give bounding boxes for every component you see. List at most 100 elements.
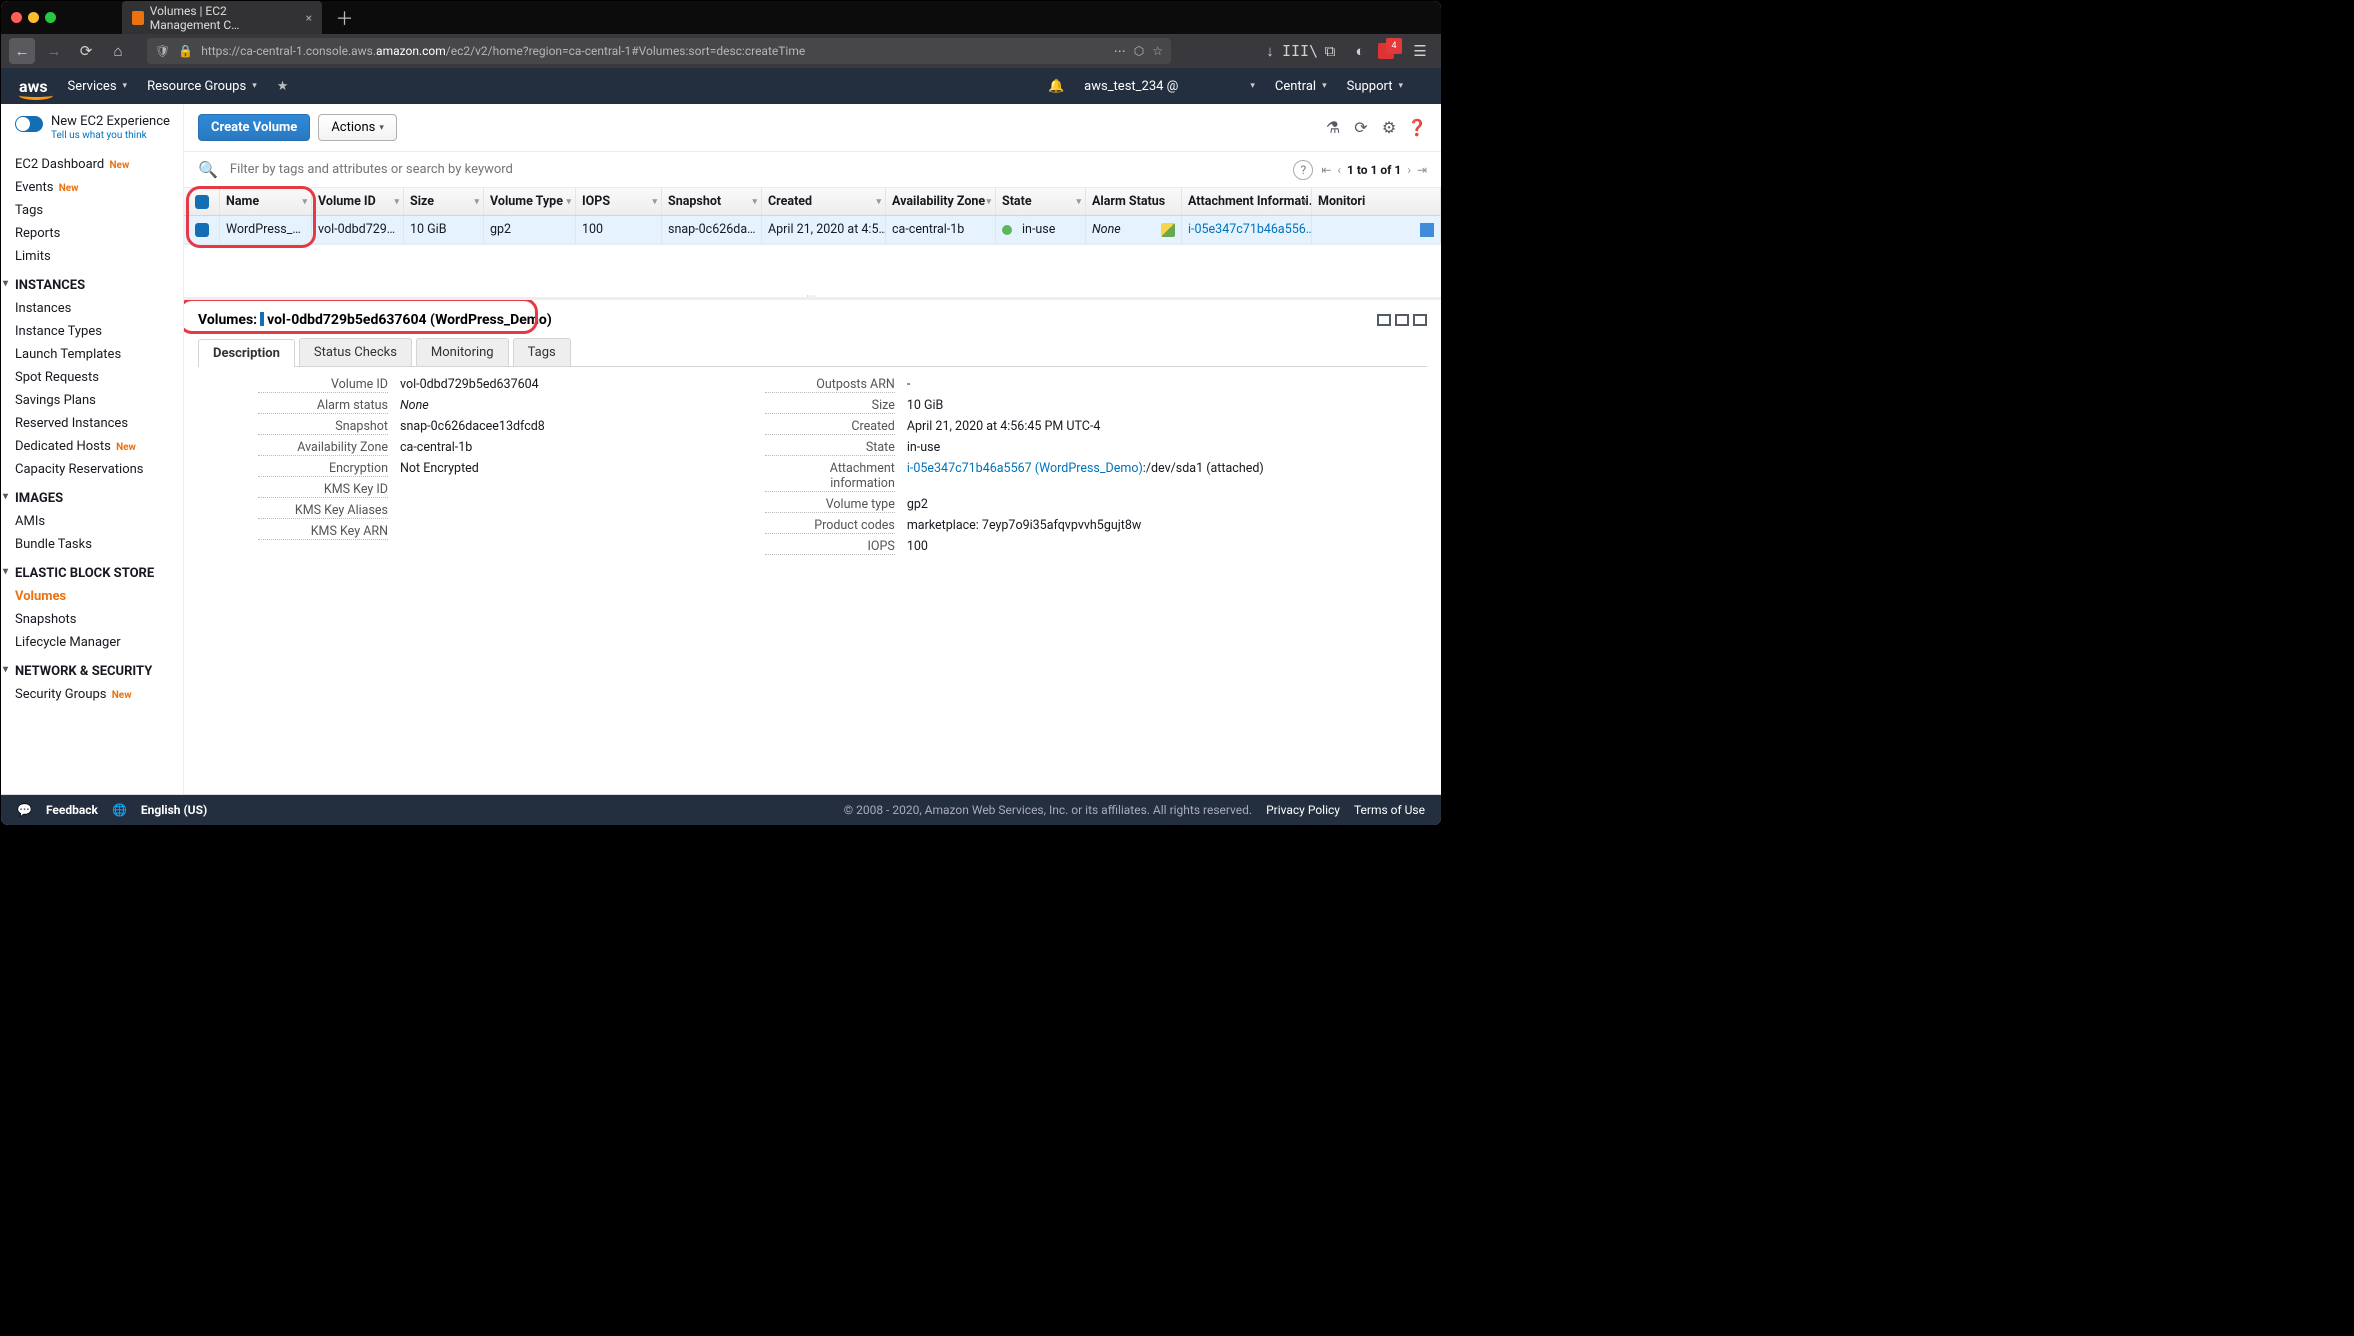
attachment-link[interactable]: i-05e347c71b46a5567 (WordPress_Demo) xyxy=(907,461,1143,476)
state-dot-icon xyxy=(1002,225,1012,235)
toggle-icon[interactable] xyxy=(15,116,43,132)
browser-tab[interactable]: Volumes | EC2 Management C… × xyxy=(122,1,322,34)
feedback-icon[interactable]: 💬 xyxy=(17,803,32,817)
page-next-icon[interactable]: › xyxy=(1407,163,1411,177)
cell-monitoring[interactable] xyxy=(1312,216,1441,243)
reload-button[interactable]: ⟳ xyxy=(73,38,99,64)
col-created[interactable]: Created▾ xyxy=(762,188,886,215)
close-tab-icon[interactable]: × xyxy=(306,11,312,25)
window-min-dot[interactable] xyxy=(28,12,39,23)
sidebar-item-dedicated[interactable]: Dedicated Hosts New xyxy=(15,435,179,458)
col-monitoring[interactable]: Monitori xyxy=(1312,188,1441,215)
tab-status-checks[interactable]: Status Checks xyxy=(299,338,412,366)
meatball-icon[interactable]: ⋯ xyxy=(1114,44,1126,58)
filter-help-icon[interactable]: ? xyxy=(1293,160,1313,180)
table-row[interactable]: WordPress_… vol-0dbd729… 10 GiB gp2 100 … xyxy=(184,216,1441,244)
sidebar-item-tags[interactable]: Tags xyxy=(15,199,179,222)
actions-button[interactable]: Actions ▾ xyxy=(318,114,397,141)
cell-attachment-link[interactable]: i-05e347c71b46a556… xyxy=(1182,216,1312,243)
col-state[interactable]: State▾ xyxy=(996,188,1086,215)
library-icon[interactable]: III\ xyxy=(1287,38,1313,64)
settings-gear-icon[interactable]: ⚙ xyxy=(1379,118,1399,138)
lock-icon: 🔒 xyxy=(178,44,193,58)
sidebar-item-snapshots[interactable]: Snapshots xyxy=(15,608,179,631)
notifications-icon[interactable]: 🔔 xyxy=(1048,79,1064,94)
nav-account[interactable]: aws_test_234 @▾ xyxy=(1084,79,1255,94)
hamburger-icon[interactable]: ☰ xyxy=(1407,38,1433,64)
col-volume-id[interactable]: Volume ID▾ xyxy=(312,188,404,215)
tab-monitoring[interactable]: Monitoring xyxy=(416,338,509,366)
nav-support[interactable]: Support▾ xyxy=(1347,79,1403,94)
sidebar-item-security-groups[interactable]: Security Groups New xyxy=(15,683,179,706)
window-close-dot[interactable] xyxy=(11,12,22,23)
select-all-checkbox[interactable] xyxy=(184,188,220,215)
sidebar-item-savings[interactable]: Savings Plans xyxy=(15,389,179,412)
sidebar-header-images[interactable]: IMAGES xyxy=(15,481,179,510)
sidebar-item-reports[interactable]: Reports xyxy=(15,222,179,245)
sidebar-item-limits[interactable]: Limits xyxy=(15,245,179,268)
language-link[interactable]: English (US) xyxy=(141,803,207,817)
downloads-icon[interactable]: ↓ xyxy=(1257,38,1283,64)
sidebar-item-spot[interactable]: Spot Requests xyxy=(15,366,179,389)
col-attachment[interactable]: Attachment Informati…▾ xyxy=(1182,188,1312,215)
sidebar-item-events[interactable]: Events New xyxy=(15,176,179,199)
bookmark-star-icon[interactable]: ☆ xyxy=(1152,44,1163,58)
create-volume-button[interactable]: Create Volume xyxy=(198,114,310,141)
sidebar-item-capacity[interactable]: Capacity Reservations xyxy=(15,458,179,481)
pocket-icon[interactable]: ⬡ xyxy=(1134,44,1144,58)
cell-volume-type: gp2 xyxy=(484,216,576,243)
help-icon[interactable]: ❓ xyxy=(1407,118,1427,138)
extension-icon[interactable]: 4 xyxy=(1377,38,1403,64)
nav-resource-groups[interactable]: Resource Groups▾ xyxy=(147,79,257,94)
page-first-icon[interactable]: ⇤ xyxy=(1321,163,1331,177)
col-name[interactable]: Name▾ xyxy=(220,188,312,215)
new-experience-toggle[interactable]: New EC2 Experience Tell us what you thin… xyxy=(15,114,179,141)
url-bar[interactable]: 🛡 🔒 https://ca-central-1.console.aws.ama… xyxy=(147,38,1171,64)
sidebar-item-bundle[interactable]: Bundle Tasks xyxy=(15,533,179,556)
sidebar-item-reserved[interactable]: Reserved Instances xyxy=(15,412,179,435)
layout-switch[interactable] xyxy=(1377,314,1427,326)
window-max-dot[interactable] xyxy=(45,12,56,23)
pin-icon[interactable]: ★ xyxy=(277,79,289,94)
sidebar-item-instance-types[interactable]: Instance Types xyxy=(15,320,179,343)
nav-services[interactable]: Services▾ xyxy=(68,79,128,94)
col-az[interactable]: Availability Zone▾ xyxy=(886,188,996,215)
sidebar-header-ebs[interactable]: ELASTIC BLOCK STORE xyxy=(15,556,179,585)
globe-icon[interactable]: 🌐 xyxy=(112,803,127,817)
sidebar-item-amis[interactable]: AMIs xyxy=(15,510,179,533)
sidebar-item-lifecycle[interactable]: Lifecycle Manager xyxy=(15,631,179,654)
nav-region[interactable]: Central▾ xyxy=(1275,79,1327,94)
copyright: © 2008 - 2020, Amazon Web Services, Inc.… xyxy=(844,803,1252,817)
privacy-link[interactable]: Privacy Policy xyxy=(1266,803,1340,817)
new-tab-button[interactable]: ＋ xyxy=(328,1,361,34)
back-button[interactable]: ← xyxy=(9,38,35,64)
experiments-icon[interactable]: ⚗ xyxy=(1323,118,1343,138)
sidebar-item-volumes[interactable]: Volumes xyxy=(15,585,179,608)
col-alarm[interactable]: Alarm Status xyxy=(1086,188,1182,215)
filter-input[interactable] xyxy=(226,158,1285,181)
snapshot-link[interactable]: snap-0c626dacee13dfcd8 xyxy=(400,419,545,435)
feedback-link[interactable]: Feedback xyxy=(46,803,98,817)
tab-tags[interactable]: Tags xyxy=(513,338,571,366)
col-snapshot[interactable]: Snapshot▾ xyxy=(662,188,762,215)
sidebar-item-dashboard[interactable]: EC2 Dashboard New xyxy=(15,153,179,176)
sidebar-header-network[interactable]: NETWORK & SECURITY xyxy=(15,654,179,683)
col-iops[interactable]: IOPS▾ xyxy=(576,188,662,215)
page-last-icon[interactable]: ⇥ xyxy=(1417,163,1427,177)
account-icon[interactable]: ◐ xyxy=(1347,38,1373,64)
sidebar-header-instances[interactable]: INSTANCES xyxy=(15,268,179,297)
action-toolbar: Create Volume Actions ▾ ⚗ ⟳ ⚙ ❓ xyxy=(184,104,1441,152)
refresh-icon[interactable]: ⟳ xyxy=(1351,118,1371,138)
col-volume-type[interactable]: Volume Type▾ xyxy=(484,188,576,215)
terms-link[interactable]: Terms of Use xyxy=(1354,803,1425,817)
page-prev-icon[interactable]: ‹ xyxy=(1337,163,1341,177)
aws-logo[interactable]: aws xyxy=(19,77,52,96)
alarm-icon[interactable] xyxy=(1161,223,1175,237)
row-checkbox[interactable] xyxy=(184,216,220,243)
sidebar-item-launch-templates[interactable]: Launch Templates xyxy=(15,343,179,366)
col-size[interactable]: Size▾ xyxy=(404,188,484,215)
tab-description[interactable]: Description xyxy=(198,339,295,367)
sidebar-icon[interactable]: ⧉ xyxy=(1317,38,1343,64)
sidebar-item-instances[interactable]: Instances xyxy=(15,297,179,320)
home-button[interactable]: ⌂ xyxy=(105,38,131,64)
